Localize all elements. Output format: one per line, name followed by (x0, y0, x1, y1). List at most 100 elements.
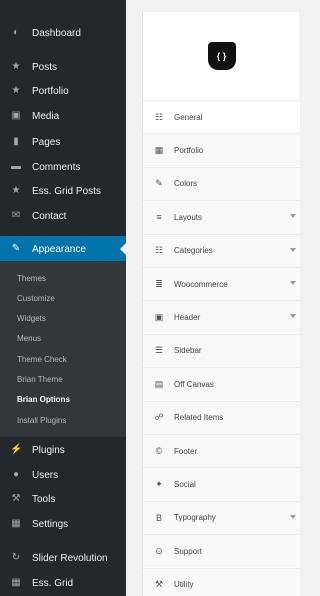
tab-off-canvas[interactable]: ▤ Off Canvas (143, 367, 300, 401)
sidebar-item-portfolio[interactable]: ★ Portfolio (0, 79, 126, 103)
tools-icon: ⚒ (154, 579, 164, 590)
mail-icon: ✉ (11, 210, 21, 221)
tab-general[interactable]: ☷ General (143, 100, 300, 133)
tab-portfolio[interactable]: ▦ Portfolio (143, 133, 300, 167)
tab-label: Footer (174, 446, 198, 456)
share-icon: ☍ (154, 412, 164, 423)
sidebar-item-label: Plugins (32, 444, 65, 456)
user-icon: ● (12, 469, 20, 480)
submenu-item[interactable]: Theme Check (0, 350, 126, 370)
tab-footer[interactable]: © Footer (143, 434, 300, 467)
sitemap-icon: ☷ (154, 245, 164, 256)
sidebar-item-pages[interactable]: ▮ Pages (0, 130, 126, 154)
appearance-submenu: Themes Customize Widgets Menus Theme Check Br… (0, 261, 126, 437)
logo-area: { } (143, 12, 300, 100)
submenu-item[interactable]: Install Plugins (0, 411, 126, 431)
submenu-item[interactable]: Themes (0, 269, 126, 289)
sidebar-item-users[interactable]: ● Users (0, 463, 126, 487)
tab-header[interactable]: ▣ Header (143, 300, 300, 334)
window-icon: ▤ (154, 378, 164, 389)
tab-related-items[interactable]: ☍ Related Items (143, 400, 300, 434)
brush-icon: ✎ (11, 243, 21, 254)
admin-sidebar: ◐ Dashboard ★ Posts ★ Portfolio ▣ Media ▮ Pages ▬ C… (0, 0, 126, 596)
pin-icon: ★ (11, 185, 21, 196)
sidebar-item-label: Portfolio (32, 85, 69, 97)
settings-icon: ▦ (11, 518, 21, 529)
sidebar-item-label: Tools (32, 493, 56, 505)
tab-label: Woocommerce (174, 279, 228, 289)
submenu-item[interactable]: Customize (0, 289, 126, 309)
theme-logo: { } (207, 42, 236, 70)
submenu-item[interactable]: Brian Options (0, 390, 126, 410)
sidebar-item-settings[interactable]: ▦ Settings (0, 512, 126, 536)
tab-label: General (174, 112, 203, 122)
sidebar-item-tools[interactable]: ⚒ Tools (0, 487, 126, 511)
sidebar-item-label: Ess. Grid (32, 577, 74, 589)
sidebar-item-label: Appearance (32, 243, 86, 255)
sidebar-item-ess-grid[interactable]: ▦ Ess. Grid (0, 571, 126, 595)
cart-icon: ≣ (155, 278, 163, 289)
sidebar-item-ess-grid-posts[interactable]: ★ Ess. Grid Posts (0, 179, 126, 203)
tab-label: Colors (174, 179, 198, 189)
list-icon: ☰ (154, 345, 164, 356)
refresh-icon: ↻ (11, 552, 21, 563)
tab-label: Related Items (174, 413, 224, 423)
pages-icon: ▮ (13, 136, 19, 147)
submenu-item[interactable]: Menus (0, 329, 126, 349)
tab-label: Support (174, 546, 203, 556)
tab-label: Header (174, 312, 201, 322)
sidebar-item-posts[interactable]: ★ Posts (0, 55, 126, 79)
sidebar-item-dashboard[interactable]: ◐ Dashboard (0, 21, 126, 45)
brush-icon: ✎ (155, 178, 163, 189)
sidebar-item-label: Ess. Grid Posts (32, 185, 101, 197)
sidebar-item-label: Comments (32, 161, 81, 173)
tab-layouts[interactable]: ≡ Layouts (143, 200, 300, 234)
sidebar-item-label: Dashboard (32, 27, 81, 39)
sitemap-icon: ☷ (154, 111, 164, 122)
pin-icon: ★ (11, 85, 21, 96)
tab-categories[interactable]: ☷ Categories (143, 233, 300, 267)
grid-icon: ▦ (154, 144, 164, 155)
camera-icon: ▣ (154, 311, 164, 322)
sidebar-item-label: Pages (32, 136, 61, 148)
chevron-down-icon (290, 514, 296, 519)
tab-label: Utility (174, 580, 194, 590)
tab-social[interactable]: ✦ Social (143, 467, 300, 501)
sidebar-item-label: Posts (32, 61, 58, 73)
sidebar-item-appearance[interactable]: ✎ Appearance (0, 236, 126, 262)
tab-label: Typography (174, 513, 216, 523)
tab-support[interactable]: ⊙ Support (143, 534, 300, 568)
layouts-icon: ≡ (156, 212, 162, 223)
options-panel: { } ☷ General ▦ Portfolio ✎ Colors ≡ Layouts ☷ Ca… (142, 12, 300, 596)
chevron-down-icon (290, 247, 296, 252)
sidebar-item-label: Media (32, 110, 60, 122)
sidebar-item-plugins[interactable]: ⚡ Plugins (0, 438, 126, 462)
sidebar-item-label: Slider Revolution (32, 552, 108, 564)
tab-label: Categories (174, 246, 213, 256)
sidebar-item-media[interactable]: ▣ Media (0, 104, 126, 128)
comment-icon: ▬ (11, 161, 21, 172)
submenu-item[interactable]: Widgets (0, 309, 126, 329)
submenu-item[interactable]: Brian Theme (0, 370, 126, 390)
chevron-down-icon (290, 214, 296, 219)
sidebar-item-label: Users (32, 469, 59, 481)
plug-icon: ⚡ (10, 444, 23, 455)
tab-woocommerce[interactable]: ≣ Woocommerce (143, 267, 300, 300)
sidebar-item-slider-revolution[interactable]: ↻ Slider Revolution (0, 546, 126, 570)
font-icon: B (155, 512, 162, 523)
tab-colors[interactable]: ✎ Colors (143, 166, 300, 200)
chevron-down-icon (290, 281, 296, 285)
lifebuoy-icon: ⊙ (155, 545, 163, 556)
tab-label: Layouts (174, 212, 203, 222)
tab-utility[interactable]: ⚒ Utility (143, 567, 300, 596)
media-icon: ▣ (11, 110, 21, 121)
copyright-icon: © (155, 446, 163, 456)
sidebar-item-contact[interactable]: ✉ Contact (0, 204, 126, 228)
pin-icon: ★ (11, 61, 21, 72)
sidebar-item-comments[interactable]: ▬ Comments (0, 155, 126, 179)
tab-typography[interactable]: B Typography (143, 500, 300, 534)
grid-icon: ▦ (11, 577, 21, 588)
tab-sidebar[interactable]: ☰ Sidebar (143, 333, 300, 367)
tab-label: Social (174, 479, 196, 489)
wrench-icon: ⚒ (11, 493, 21, 504)
